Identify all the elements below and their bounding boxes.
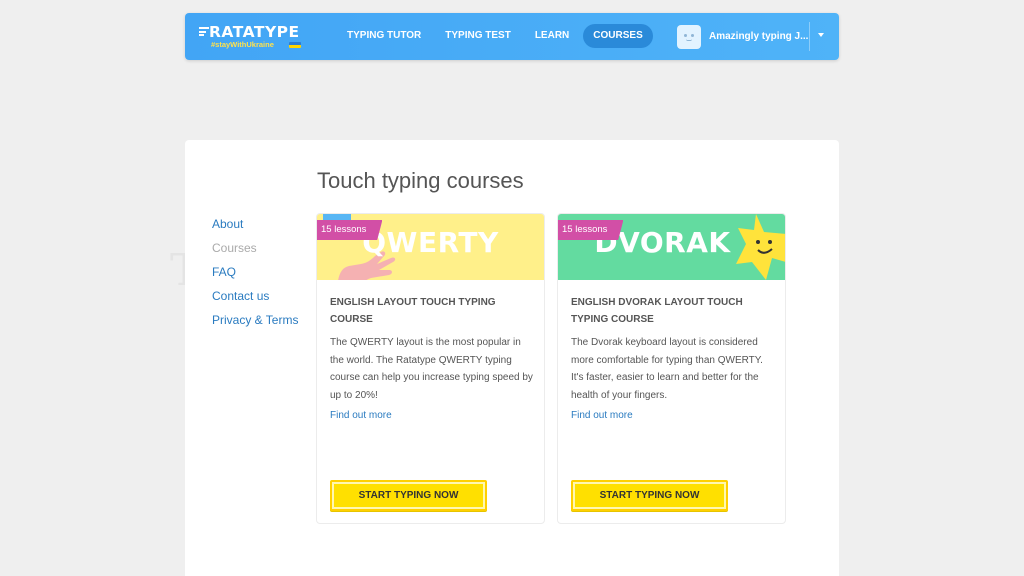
avatar[interactable] bbox=[677, 24, 701, 49]
find-out-more-link[interactable]: Find out more bbox=[571, 410, 633, 421]
ukraine-flag-icon bbox=[289, 42, 301, 48]
course-banner-qwerty[interactable]: QWERTY 15 lessons bbox=[317, 214, 544, 280]
start-typing-button[interactable]: START TYPING NOW bbox=[330, 480, 487, 511]
lessons-badge: 15 lessons bbox=[317, 220, 383, 240]
logo-text: RATATYPE bbox=[209, 23, 300, 41]
sidebar-item-contact-us[interactable]: Contact us bbox=[212, 289, 298, 313]
sidebar-item-faq[interactable]: FAQ bbox=[212, 265, 298, 289]
sidebar-menu: About Courses FAQ Contact us Privacy & T… bbox=[212, 217, 298, 337]
course-description: The QWERTY layout is the most popular in… bbox=[330, 337, 533, 401]
sidebar-item-about[interactable]: About bbox=[212, 217, 298, 241]
chevron-down-icon[interactable] bbox=[818, 33, 824, 37]
header-divider bbox=[809, 22, 810, 51]
course-title: ENGLISH DVORAK LAYOUT TOUCH TYPING COURS… bbox=[571, 297, 743, 325]
nav-typing-tutor[interactable]: TYPING TUTOR bbox=[337, 24, 431, 48]
course-banner-dvorak[interactable]: DVORAK 15 lessons bbox=[558, 214, 785, 280]
course-card-qwerty: QWERTY 15 lessons ENGLISH LAYOUT TOUCH T… bbox=[316, 213, 545, 524]
nav-typing-test[interactable]: TYPING TEST bbox=[435, 24, 521, 48]
user-menu[interactable]: Amazingly typing J... bbox=[677, 24, 808, 49]
main-nav: TYPING TUTOR TYPING TEST LEARN COURSES bbox=[337, 24, 653, 48]
lessons-badge: 15 lessons bbox=[558, 220, 624, 240]
nav-courses[interactable]: COURSES bbox=[583, 24, 653, 48]
find-out-more-link[interactable]: Find out more bbox=[330, 410, 392, 421]
course-card-dvorak: DVORAK 15 lessons ENGLISH DVORAK LAYOUT … bbox=[557, 213, 786, 524]
nav-learn[interactable]: LEARN bbox=[525, 24, 579, 48]
ratatype-logo[interactable]: RATATYPE #stayWithUkraine bbox=[199, 23, 309, 51]
sidebar-item-privacy-terms[interactable]: Privacy & Terms bbox=[212, 313, 298, 337]
user-name[interactable]: Amazingly typing J... bbox=[709, 31, 808, 42]
sidebar-item-courses[interactable]: Courses bbox=[212, 241, 298, 265]
top-navigation-bar: RATATYPE #stayWithUkraine TYPING TUTOR T… bbox=[185, 13, 839, 60]
main-content-panel: Touch typing courses About Courses FAQ C… bbox=[185, 140, 839, 576]
logo-tagline: #stayWithUkraine bbox=[211, 40, 274, 49]
page-title: Touch typing courses bbox=[317, 168, 524, 193]
course-title: ENGLISH LAYOUT TOUCH TYPING COURSE bbox=[330, 297, 496, 325]
start-typing-button[interactable]: START TYPING NOW bbox=[571, 480, 728, 511]
course-description: The Dvorak keyboard layout is considered… bbox=[571, 337, 763, 401]
